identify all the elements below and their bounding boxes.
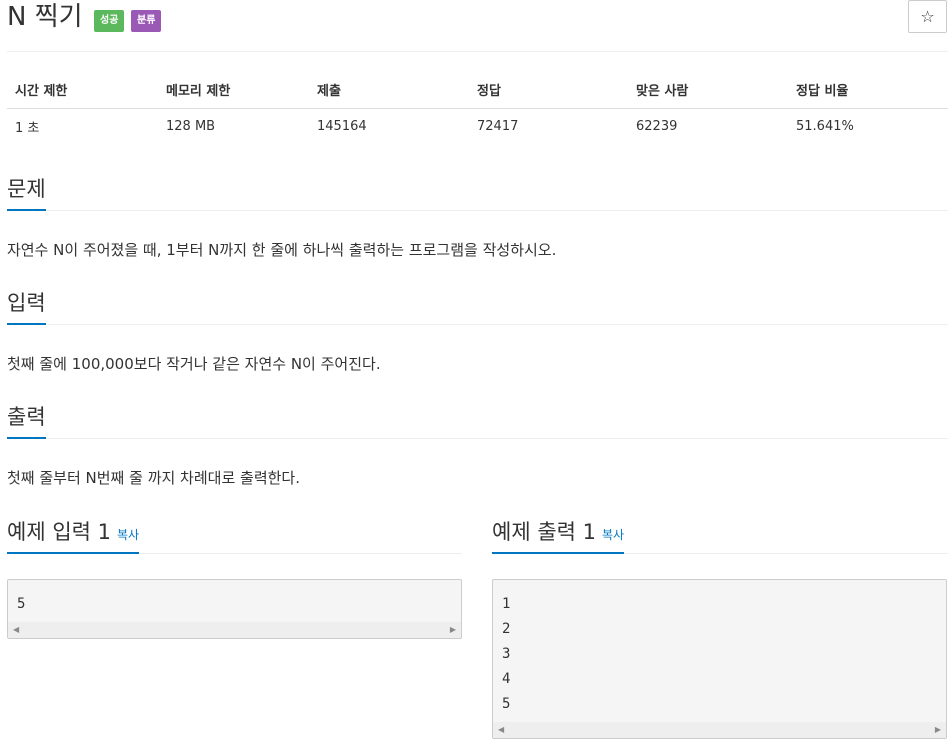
problem-header: N 찍기 성공 분류 ☆ [7, 0, 948, 52]
scroll-left-icon[interactable]: ◀ [13, 622, 19, 638]
sample-output-title: 예제 출력 1 [492, 520, 596, 544]
star-button[interactable]: ☆ [908, 0, 947, 33]
problem-info-table: 시간 제한 메모리 제한 제출 정답 맞은 사람 정답 비율 1 초 128 M… [7, 72, 948, 144]
description-heading: 문제 [7, 175, 948, 211]
sample-output-scrollbar[interactable]: ◀ ▶ [493, 722, 946, 738]
sample-input-title: 예제 입력 1 [7, 520, 111, 544]
problem-page: N 찍기 성공 분류 ☆ 시간 제한 메모리 제한 제출 정답 맞은 사람 정답… [0, 0, 948, 739]
accept-rate-value: 51.641% [796, 118, 854, 134]
sample-output-heading: 예제 출력 1 복사 [492, 518, 948, 554]
accept-rate-header: 정답 비율 [788, 72, 948, 109]
memory-limit-header: 메모리 제한 [158, 72, 309, 109]
sample-output-copy-link[interactable]: 복사 [602, 528, 624, 542]
solved-users-value: 62239 [636, 118, 678, 134]
input-title: 입력 [7, 289, 46, 325]
info-header-row: 시간 제한 메모리 제한 제출 정답 맞은 사람 정답 비율 [7, 72, 948, 109]
info-value-row: 1 초 128 MB 145164 72417 62239 51.641% [7, 108, 948, 144]
scroll-right-icon[interactable]: ▶ [935, 722, 941, 738]
submissions-header: 제출 [309, 72, 469, 109]
sample-output-title-wrap: 예제 출력 1 복사 [492, 518, 625, 554]
success-badge[interactable]: 성공 [94, 10, 125, 32]
sample-input-heading: 예제 입력 1 복사 [7, 518, 462, 554]
scroll-right-icon[interactable]: ▶ [450, 622, 456, 638]
scroll-left-icon[interactable]: ◀ [498, 722, 504, 738]
accepted-value: 72417 [477, 118, 519, 134]
sample-input-title-wrap: 예제 입력 1 복사 [7, 518, 140, 554]
submissions-value: 145164 [317, 118, 367, 134]
sample-output-box[interactable]: 1 2 3 4 5 ◀ ▶ [492, 579, 947, 739]
time-limit-value: 1 초 [15, 120, 40, 136]
sample-output-content: 1 2 3 4 5 [502, 596, 511, 712]
sample-input-scrollbar[interactable]: ◀ ▶ [8, 622, 461, 638]
accepted-header: 정답 [469, 72, 628, 109]
solved-users-header: 맞은 사람 [628, 72, 788, 109]
sample-input-copy-link[interactable]: 복사 [117, 528, 139, 542]
description-text: 자연수 N이 주어졌을 때, 1부터 N까지 한 줄에 하나씩 출력하는 프로그… [7, 241, 557, 259]
output-text: 첫째 줄부터 N번째 줄 까지 차례대로 출력한다. [7, 469, 300, 487]
category-badge[interactable]: 분류 [131, 10, 162, 32]
sample-input-box[interactable]: 5 ◀ ▶ [7, 579, 462, 639]
memory-limit-value: 128 MB [166, 118, 216, 134]
star-icon: ☆ [920, 7, 935, 26]
description-title: 문제 [7, 175, 46, 211]
input-text: 첫째 줄에 100,000보다 작거나 같은 자연수 N이 주어진다. [7, 355, 381, 373]
output-title: 출력 [7, 403, 46, 439]
sample-input-content: 5 [17, 596, 26, 612]
problem-title: N 찍기 [7, 2, 83, 32]
time-limit-header: 시간 제한 [7, 72, 158, 109]
output-heading: 출력 [7, 403, 948, 439]
input-heading: 입력 [7, 289, 948, 325]
